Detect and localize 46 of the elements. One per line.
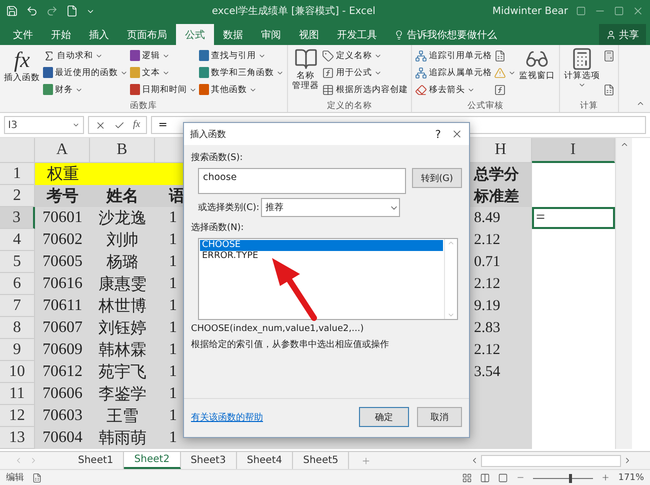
table-cell: 70612 [35,361,90,383]
window-title: excel学生成绩单 [兼容模式] - Excel [212,4,376,18]
table-cell: 70606 [35,383,90,405]
user-name: Midwinter Bear [492,6,568,16]
table-cell: 杨璐 [90,251,155,273]
table-cell: 70604 [35,427,90,449]
table-cell: 2.12 [470,229,532,251]
table-cell: 70605 [35,251,90,273]
table-cell: 70616 [35,273,90,295]
table-cell: 70603 [35,405,90,427]
table-cell: 苑宇飞 [90,361,155,383]
table-cell: 2.83 [470,317,532,339]
group-label: 函数库 [130,100,157,112]
table-cell: 总学分 [470,163,532,185]
table-cell: 3.54 [470,361,532,383]
dialog-title: 插入函数 [190,128,226,140]
zoom-level: 171% [618,472,644,482]
table-cell: 王雪 [90,405,155,427]
table-cell: 70602 [35,229,90,251]
table-cell: 刘帅 [90,229,155,251]
table-cell: 2.12 [470,273,532,295]
search-label: 搜索函数(S): [191,152,244,164]
table-cell: 林世博 [90,295,155,317]
table-cell: 韩林霖 [90,339,155,361]
table-cell: 8.49 [470,207,532,229]
table-cell: 韩雨萌 [90,427,155,449]
table-cell: 70609 [35,339,90,361]
table-cell: 70601 [35,207,90,229]
table-cell: 2.12 [470,339,532,361]
table-cell: 沙龙逸 [90,207,155,229]
table-cell: 考号 [35,185,90,207]
table-cell: 刘钰婷 [90,317,155,339]
group-label: 公式审核 [468,100,504,112]
group-label: 计算 [580,100,598,112]
table-cell: 70611 [35,295,90,317]
table-cell: 权重 [35,163,90,185]
table-cell: 姓名 [90,185,155,207]
status-mode: 编辑 [6,472,24,484]
table-cell: 70607 [35,317,90,339]
table-cell: 标准差 [470,185,532,207]
fx-icon: fx [14,47,30,73]
table-cell: 康惠雯 [90,273,155,295]
table-cell: 李鉴学 [90,383,155,405]
table-cell: 0.71 [470,251,532,273]
table-cell: 9.19 [470,295,532,317]
group-label: 定义的名称 [327,100,372,112]
